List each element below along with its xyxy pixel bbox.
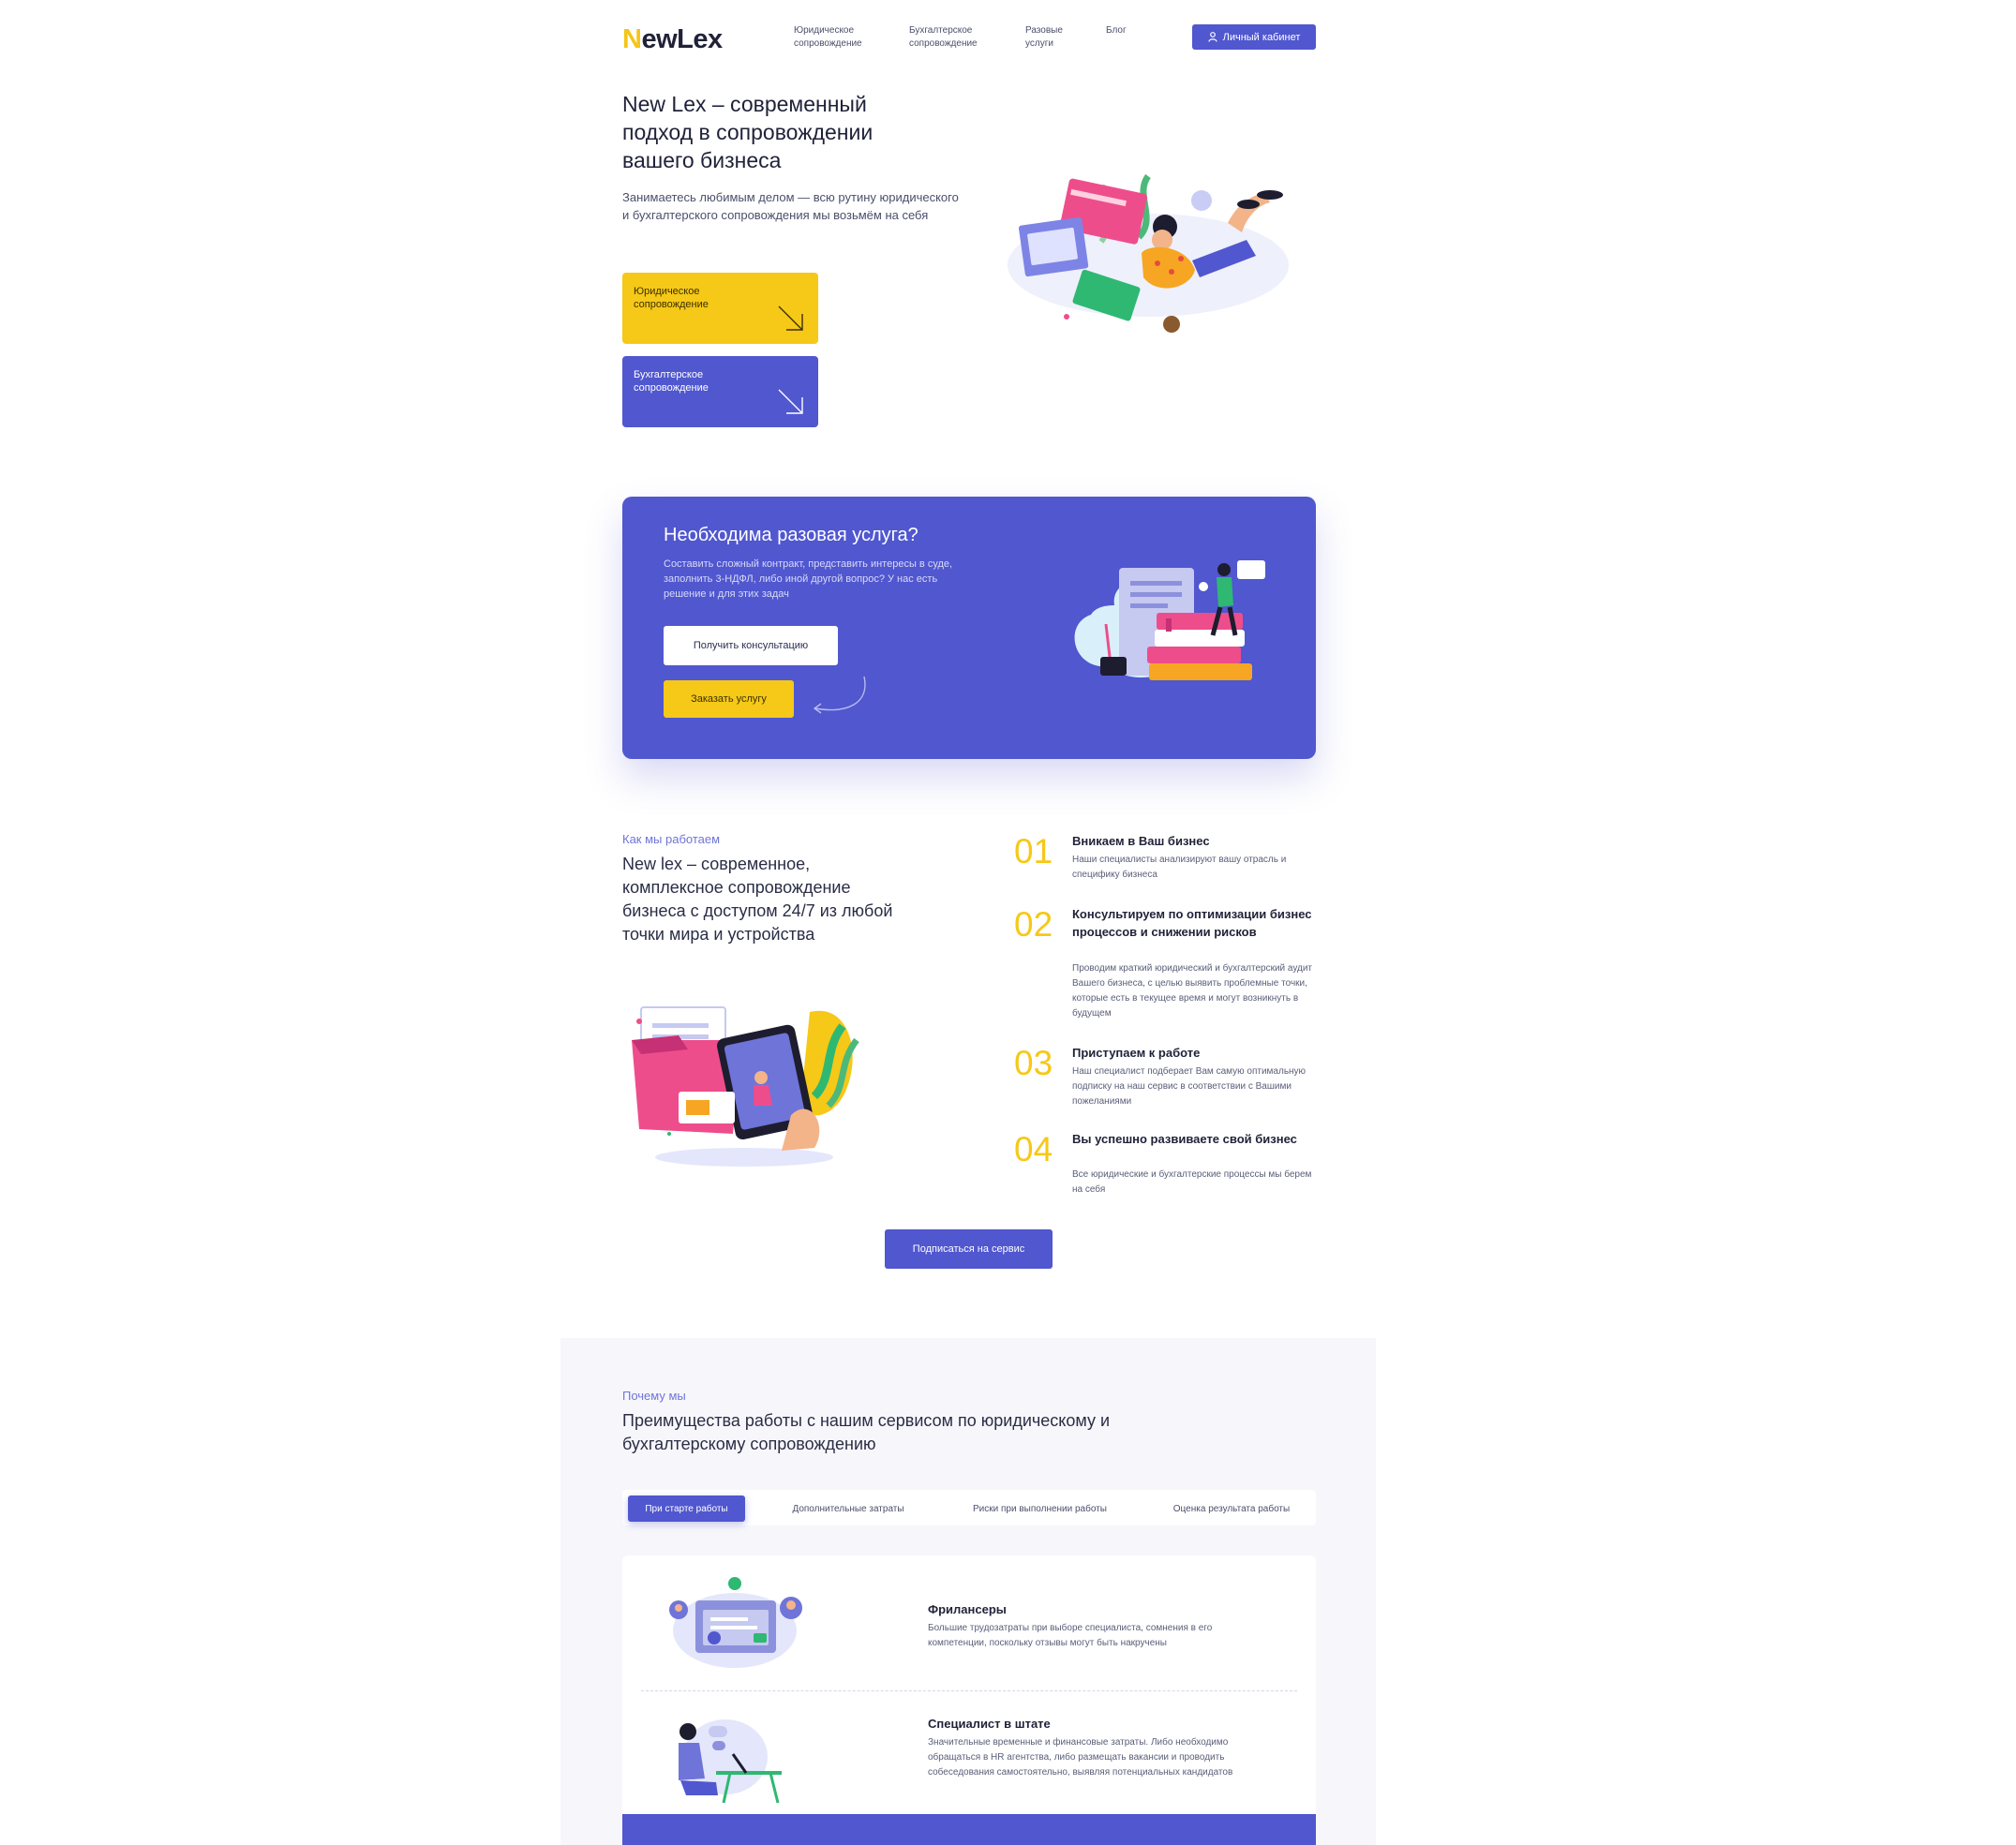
bottom-section-bar <box>622 1814 1316 1845</box>
legal-support-label: Юридическое сопровождение <box>634 286 709 310</box>
banner-title: Необходима разовая услуга? <box>664 525 918 545</box>
step-2: 02 Консультируем по оптимизации бизнес п… <box>1014 905 1323 1027</box>
step-description: Все юридические и бухгалтерские процессы… <box>1072 1169 1312 1195</box>
step-number: 03 <box>1014 1044 1053 1082</box>
staff-specialist-description: Значительные временные и финансовые затр… <box>928 1737 1233 1778</box>
arrow-down-right-icon <box>778 305 803 331</box>
user-icon <box>1208 32 1217 42</box>
how-kicker: Как мы работаем <box>622 832 721 846</box>
nav-item-blog[interactable]: Блог <box>1106 24 1190 37</box>
logo-text: NewLex <box>622 24 723 54</box>
divider <box>641 1690 1297 1691</box>
hero-title: New Lex – современный подход в сопровожд… <box>622 92 874 172</box>
step-number: 01 <box>1014 832 1053 870</box>
get-consultation-button[interactable]: Получить консультацию <box>664 626 838 665</box>
logo-rest: ewLex <box>641 24 723 54</box>
banner-description: Составить сложный контракт, представить … <box>664 558 953 600</box>
nav-item-one-time[interactable]: Разовые услуги <box>1025 24 1072 51</box>
arrow-down-right-icon <box>778 389 803 414</box>
step-3: 03 Приступаем к работе Наш специалист по… <box>1014 1044 1323 1119</box>
landing-page: NewLex Юридическое сопровождение Бухгалт… <box>0 0 2016 1845</box>
why-title: Преимущества работы с нашим сервисом по … <box>622 1411 1110 1453</box>
comparison-card: Фрилансеры Большие трудозатраты при выбо… <box>622 1555 1316 1827</box>
freelancers-illustration <box>669 1577 802 1668</box>
cabinet-label: Личный кабинет <box>1222 31 1301 43</box>
tab-result-evaluation[interactable]: Оценка результата работы <box>1157 1495 1307 1522</box>
staff-specialist-illustration <box>679 1719 782 1804</box>
logo-mark: N <box>622 24 642 54</box>
step-description: Проводим краткий юридический и бухгалтер… <box>1072 963 1313 1019</box>
tab-start[interactable]: При старте работы <box>628 1495 745 1522</box>
one-time-service-banner: Необходима разовая услуга? Составить сло… <box>622 497 1316 759</box>
logo[interactable]: NewLex <box>622 24 723 55</box>
curved-arrow-icon <box>813 676 866 714</box>
books-illustration <box>1074 560 1265 680</box>
step-number: 04 <box>1014 1130 1053 1168</box>
cabinet-button[interactable]: Личный кабинет <box>1192 24 1316 50</box>
tab-extra-costs[interactable]: Дополнительные затраты <box>778 1495 918 1522</box>
staff-specialist-title: Специалист в штате <box>928 1717 1051 1731</box>
step-title: Вы успешно развиваете свой бизнес <box>1072 1132 1297 1146</box>
step-title: Приступаем к работе <box>1072 1046 1201 1060</box>
tab-risks[interactable]: Риски при выполнении работы <box>958 1495 1122 1522</box>
legal-support-card[interactable]: Юридическое сопровождение <box>622 273 818 344</box>
freelancers-title: Фрилансеры <box>928 1602 1007 1616</box>
nav-item-legal[interactable]: Юридическое сопровождение <box>794 24 878 51</box>
header: NewLex Юридическое сопровождение Бухгалт… <box>622 19 1316 56</box>
nav-item-accounting[interactable]: Бухгалтерское сопровождение <box>909 24 993 51</box>
how-illustration <box>632 1006 859 1167</box>
step-title: Консультируем по оптимизации бизнес проц… <box>1072 907 1312 939</box>
advantages-tabs: При старте работы Дополнительные затраты… <box>622 1490 1316 1525</box>
accounting-support-label: Бухгалтерское сопровождение <box>634 369 709 394</box>
how-title: New lex – современное, комплексное сопро… <box>622 855 893 944</box>
why-kicker: Почему мы <box>622 1389 686 1403</box>
step-description: Наши специалисты анализируют вашу отрасл… <box>1072 855 1287 880</box>
step-title: Вникаем в Ваш бизнес <box>1072 834 1210 848</box>
hero-description: Занимаетесь любимым делом — всю рутину ю… <box>622 190 959 222</box>
hero-illustration <box>1008 173 1289 333</box>
step-number: 02 <box>1014 905 1053 944</box>
accounting-support-card[interactable]: Бухгалтерское сопровождение <box>622 356 818 427</box>
order-service-button[interactable]: Заказать услугу <box>664 680 794 718</box>
step-description: Наш специалист подберает Вам самую оптим… <box>1072 1066 1307 1107</box>
subscribe-button[interactable]: Подписаться на сервис <box>885 1229 1053 1269</box>
freelancers-description: Большие трудозатраты при выборе специали… <box>928 1623 1213 1648</box>
step-1: 01 Вникаем в Ваш бизнес Наши специалисты… <box>1014 832 1323 888</box>
step-4: 04 Вы успешно развиваете свой бизнес Все… <box>1014 1130 1323 1205</box>
